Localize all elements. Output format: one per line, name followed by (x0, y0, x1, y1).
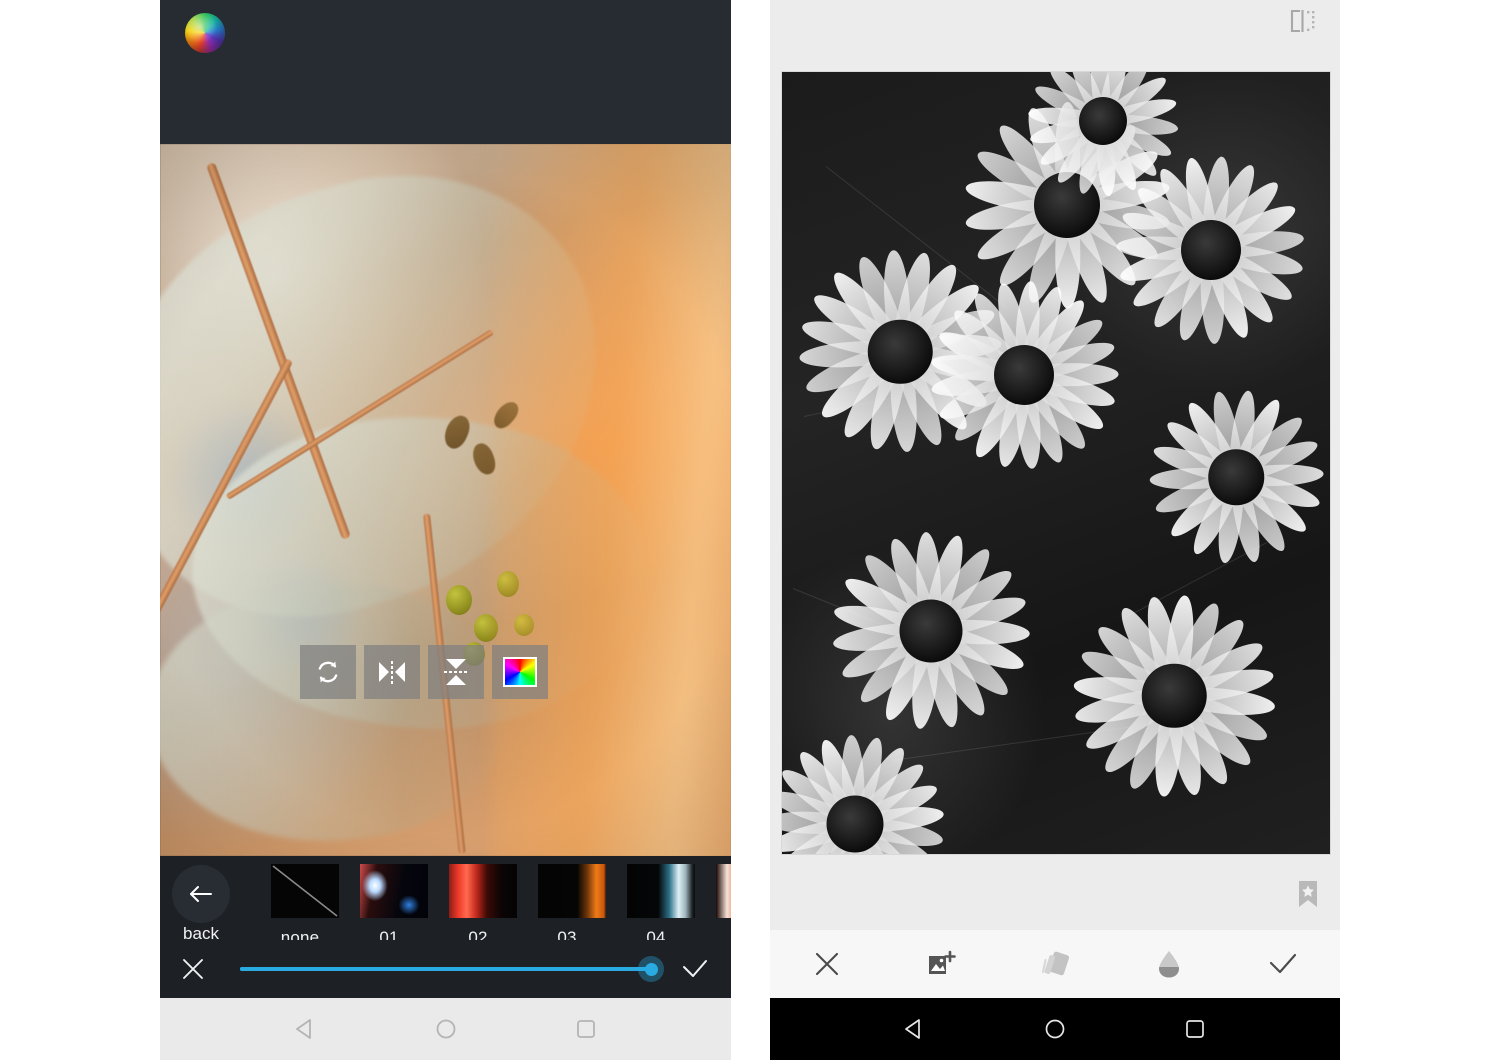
droplet-icon (1159, 951, 1179, 978)
nav-recents-icon (1186, 1020, 1204, 1038)
left-phone-screen: back none 01 02 03 04 (160, 0, 731, 1060)
filter-item-03[interactable]: 03 (523, 856, 611, 940)
daisy-flower (924, 275, 1124, 475)
filter-label: none (280, 928, 320, 940)
right-phone-screen (770, 0, 1340, 1060)
left-photo-canvas[interactable] (160, 144, 731, 856)
filter-strip[interactable]: back none 01 02 03 04 (160, 856, 731, 940)
left-app-header (160, 0, 731, 144)
check-icon (1269, 953, 1297, 974)
slider-thumb[interactable] (638, 956, 664, 982)
slider-fill (240, 967, 650, 971)
nav-recents-button[interactable] (1173, 1007, 1217, 1051)
filter-item-04[interactable]: 04 (612, 856, 700, 940)
nav-home-icon (436, 1019, 455, 1039)
slider-confirm-button[interactable] (679, 954, 711, 984)
filter-label: 01 (379, 928, 399, 940)
slider-cancel-button[interactable] (178, 954, 208, 984)
right-bottom-toolbar (770, 930, 1340, 998)
slider-track[interactable] (240, 967, 650, 971)
favorite-button[interactable] (1290, 876, 1326, 912)
color-swatch-icon (503, 657, 537, 687)
filter-back-button[interactable] (172, 865, 230, 923)
daisy-flower (826, 526, 1036, 736)
screenshot-stage: back none 01 02 03 04 (0, 0, 1500, 1060)
filter-item-01[interactable]: 01 (345, 856, 433, 940)
nav-recents-button[interactable] (564, 1007, 608, 1051)
image-transform-toolbar (300, 645, 548, 699)
intensity-slider-bar (160, 940, 731, 998)
daisy-flower (1144, 385, 1329, 570)
close-icon (815, 952, 839, 976)
nav-home-button[interactable] (1033, 1007, 1077, 1051)
rotate-icon (318, 661, 338, 683)
flip-horizontal-button[interactable] (364, 645, 420, 699)
adjust-button[interactable] (1112, 948, 1226, 980)
nav-back-button[interactable] (284, 1007, 328, 1051)
check-icon (683, 960, 707, 977)
arrow-left-icon (190, 886, 212, 902)
filter-thumb (627, 864, 695, 918)
filter-thumb (449, 864, 517, 918)
nav-home-button[interactable] (424, 1007, 468, 1051)
filter-item-02[interactable]: 02 (434, 856, 522, 940)
rotate-button[interactable] (300, 645, 356, 699)
filter-thumb (716, 864, 731, 918)
add-image-button[interactable] (884, 949, 998, 979)
nav-recents-icon (576, 1020, 595, 1038)
color-swatch-button[interactable] (492, 645, 548, 699)
right-top-bar (770, 0, 1340, 60)
apply-button[interactable] (1226, 950, 1340, 978)
nav-back-icon (905, 1019, 920, 1039)
nav-back-button[interactable] (893, 1007, 937, 1051)
bookmark-star-icon (1299, 881, 1317, 907)
nav-home-icon (1045, 1019, 1065, 1039)
compare-split-button[interactable] (1282, 4, 1322, 38)
nav-back-icon (295, 1019, 311, 1039)
close-button[interactable] (770, 949, 884, 979)
filter-label: 02 (468, 928, 488, 940)
right-android-nav-bar (770, 998, 1340, 1060)
filter-item-none[interactable]: none (256, 856, 344, 940)
flip-vertical-button[interactable] (428, 645, 484, 699)
color-wheel-icon[interactable] (185, 13, 225, 53)
daisy-flower (1067, 588, 1282, 803)
filter-back-label: back (183, 924, 219, 940)
filter-item-05[interactable] (701, 856, 731, 928)
filter-thumb (271, 864, 339, 918)
filter-thumb (538, 864, 606, 918)
close-icon (183, 959, 203, 979)
flip-horizontal-icon (379, 661, 405, 684)
filter-cards-icon (1041, 951, 1070, 976)
filter-label: 04 (646, 928, 666, 940)
filter-thumb (360, 864, 428, 918)
right-photo-canvas[interactable] (781, 71, 1331, 855)
add-image-icon (929, 950, 956, 974)
filters-button[interactable] (998, 949, 1112, 979)
filter-label: 03 (557, 928, 577, 940)
left-android-nav-bar (160, 998, 731, 1060)
flip-vertical-icon (444, 659, 467, 685)
compare-split-icon (1290, 9, 1315, 33)
